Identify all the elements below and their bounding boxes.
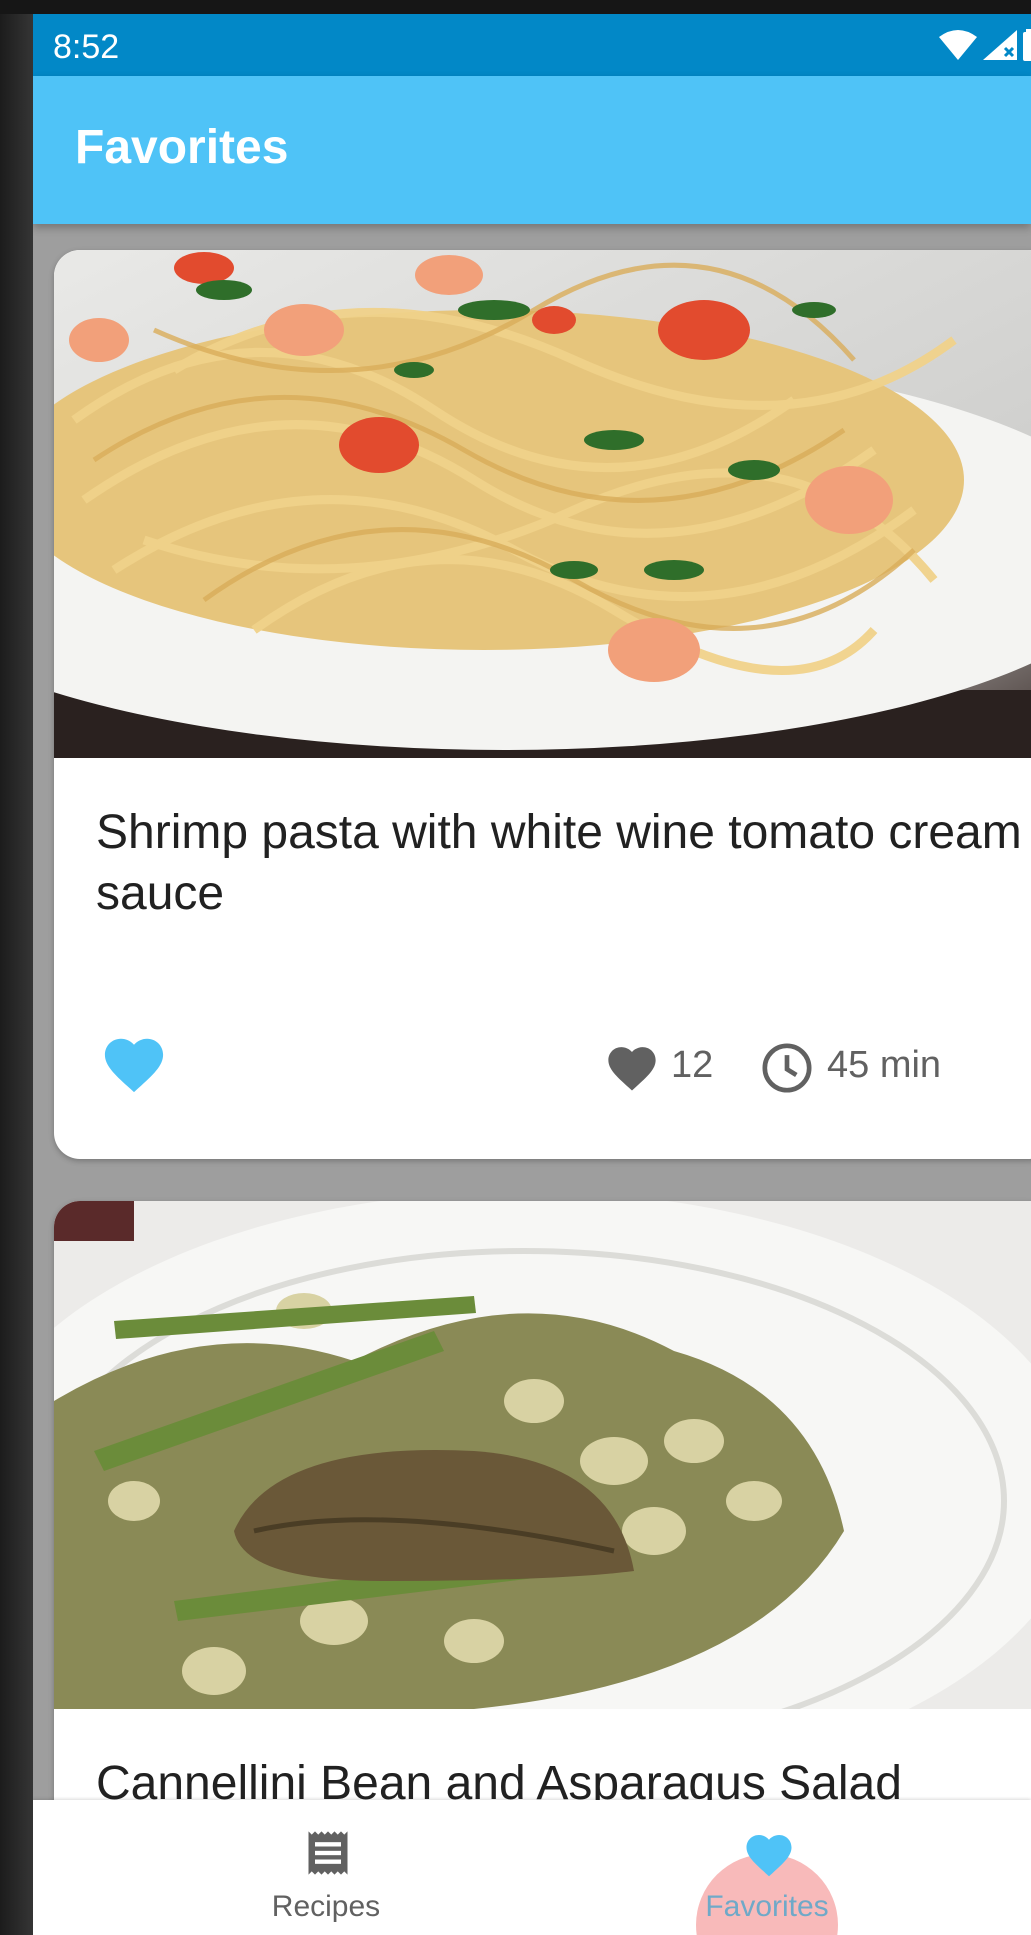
recipe-card-footer: 12 45 min — [54, 1030, 1031, 1110]
nav-item-recipes[interactable]: Recipes — [166, 1800, 486, 1935]
recipe-card[interactable]: Cannellini Bean and Asparagus Salad — [54, 1201, 1031, 1814]
clock-icon — [762, 1043, 812, 1093]
nav-item-favorites[interactable]: Favorites — [607, 1800, 927, 1935]
app-bar: Favorites — [33, 76, 1031, 224]
signal-icon — [983, 30, 1017, 60]
page-title: Favorites — [75, 121, 289, 174]
likes-heart-icon — [608, 1047, 656, 1091]
likes-count: 12 — [671, 1044, 714, 1086]
bottom-navigation: Recipes Favorites — [33, 1800, 1031, 1935]
status-bar: 8:52 — [33, 14, 1031, 76]
recipe-image — [54, 250, 1031, 758]
heart-icon — [746, 1835, 792, 1877]
battery-icon — [1023, 29, 1031, 61]
status-time: 8:52 — [53, 28, 120, 66]
recipe-list[interactable]: Shrimp pasta with white wine tomato crea… — [33, 224, 1031, 1814]
recipe-image — [54, 1201, 1031, 1709]
nav-label-recipes: Recipes — [271, 1890, 381, 1923]
recipe-card[interactable]: Shrimp pasta with white wine tomato crea… — [54, 250, 1031, 1159]
device-bezel-left — [0, 0, 33, 1935]
heart-filled-icon — [104, 1038, 164, 1093]
cook-time: 45 min — [827, 1044, 942, 1086]
status-icons — [939, 28, 1031, 62]
recipe-title: Shrimp pasta with white wine tomato crea… — [96, 806, 1022, 920]
receipt-icon — [308, 1831, 348, 1875]
nav-label-favorites: Favorites — [705, 1890, 829, 1923]
wifi-icon — [939, 30, 977, 60]
device-bezel-top — [0, 0, 1031, 14]
favorite-toggle-button[interactable] — [98, 1030, 170, 1100]
screen: 8:52 Favorites Shrimp pasta with white w… — [33, 14, 1031, 1935]
